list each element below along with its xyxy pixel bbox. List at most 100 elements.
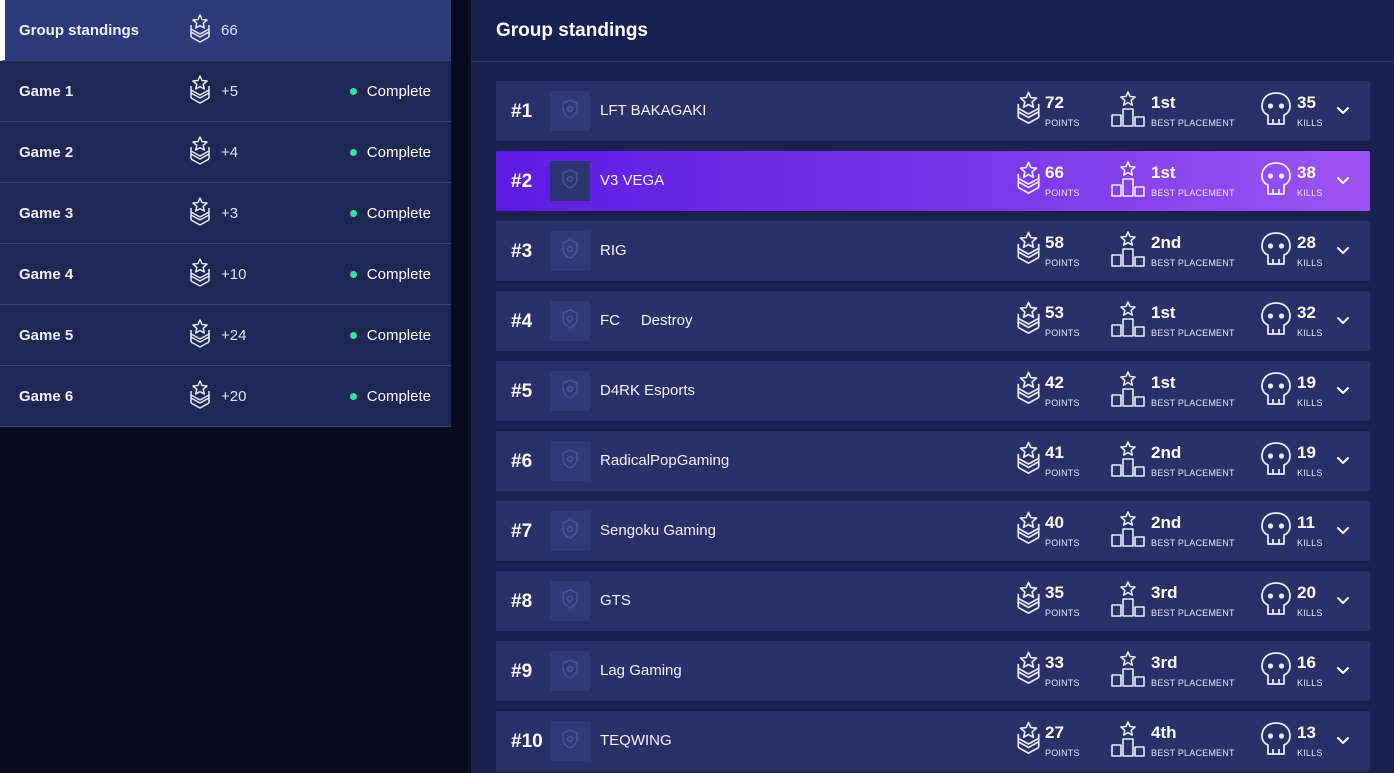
- sidebar-item-points: +20: [221, 387, 247, 405]
- chevron-down-icon[interactable]: [1336, 733, 1350, 747]
- sidebar-item-game-4[interactable]: Game 4 +10 Complete: [0, 244, 451, 305]
- standings-panel: Group standings #1 LFT BAKAGAKI 72 POINT…: [471, 0, 1394, 773]
- chevron-down-icon[interactable]: [1336, 593, 1350, 607]
- kills-value: 38: [1297, 163, 1316, 182]
- sidebar-item-game-5[interactable]: Game 5 +24 Complete: [0, 305, 451, 366]
- best-placement-stat: 3rd BEST PLACEMENT: [1110, 581, 1240, 621]
- chevron-down-icon[interactable]: [1336, 663, 1350, 677]
- kills-stat: 35 KILLS: [1260, 91, 1330, 131]
- team-name: GTS: [600, 592, 631, 609]
- kills-stat: 19 KILLS: [1260, 371, 1330, 411]
- standings-row[interactable]: #10 TEQWING 27 POINTS 4th BEST PLACEMENT…: [496, 711, 1370, 771]
- best-placement-label: BEST PLACEMENT: [1151, 188, 1235, 198]
- status-text: Complete: [366, 387, 431, 405]
- standings-row[interactable]: #6 RadicalPopGaming 41 POINTS 2nd BEST P…: [496, 431, 1370, 491]
- best-placement-label: BEST PLACEMENT: [1151, 118, 1235, 128]
- skull-icon: [1260, 91, 1292, 132]
- team-logo: [550, 441, 590, 481]
- points-label: POINTS: [1045, 188, 1080, 198]
- best-placement-stat: 1st BEST PLACEMENT: [1110, 301, 1240, 341]
- points-label: POINTS: [1045, 118, 1080, 128]
- chevron-down-icon[interactable]: [1336, 453, 1350, 467]
- sidebar-item-game-3[interactable]: Game 3 +3 Complete: [0, 183, 451, 244]
- points-stat: 35 POINTS: [1016, 581, 1096, 621]
- chevron-down-icon[interactable]: [1336, 173, 1350, 187]
- podium-icon: [1110, 721, 1146, 762]
- rank-label: #6: [511, 451, 533, 472]
- rank-label: #1: [511, 101, 533, 122]
- points-stat: 41 POINTS: [1016, 441, 1096, 481]
- standings-row[interactable]: #7 Sengoku Gaming 40 POINTS 2nd BEST PLA…: [496, 501, 1370, 561]
- skull-icon: [1260, 231, 1292, 272]
- shield-icon: [561, 518, 579, 544]
- status-badge: Complete: [349, 205, 431, 222]
- skull-icon: [1260, 301, 1292, 342]
- shield-icon: [561, 308, 579, 334]
- chevron-down-icon[interactable]: [1336, 523, 1350, 537]
- rank-chevron-star-icon: [189, 75, 211, 107]
- best-placement-value: 1st: [1151, 93, 1176, 112]
- kills-label: KILLS: [1297, 258, 1323, 268]
- sidebar-item-points: +5: [221, 82, 239, 100]
- rank-chevron-star-icon: [189, 14, 211, 46]
- kills-stat: 28 KILLS: [1260, 231, 1330, 271]
- standings-row[interactable]: #4 FC Destroy 53 POINTS 1st BEST PLACEME…: [496, 291, 1370, 351]
- sidebar-item-points: +24: [221, 326, 247, 344]
- status-badge: Complete: [349, 387, 431, 405]
- best-placement-label: BEST PLACEMENT: [1151, 468, 1235, 478]
- rank-chevron-star-icon: [1016, 301, 1041, 343]
- rank-label: #4: [511, 311, 533, 332]
- best-placement-stat: 1st BEST PLACEMENT: [1110, 371, 1240, 411]
- sidebar-item-points: +3: [221, 204, 239, 222]
- chevron-down-icon[interactable]: [1336, 313, 1350, 327]
- standings-row[interactable]: #8 GTS 35 POINTS 3rd BEST PLACEMENT 20 K…: [496, 571, 1370, 631]
- best-placement-value: 2nd: [1151, 443, 1182, 462]
- chevron-down-icon[interactable]: [1336, 243, 1350, 257]
- team-name: FC Destroy: [600, 312, 693, 329]
- points-stat: 42 POINTS: [1016, 371, 1096, 411]
- status-dot-icon: [349, 148, 357, 156]
- points-stat: 72 POINTS: [1016, 91, 1096, 131]
- sidebar-item-points: +4: [221, 143, 239, 161]
- skull-icon: [1260, 721, 1292, 762]
- standings-row[interactable]: #9 Lag Gaming 33 POINTS 3rd BEST PLACEME…: [496, 641, 1370, 701]
- rank-chevron-star-icon: [1016, 231, 1041, 273]
- best-placement-label: BEST PLACEMENT: [1151, 748, 1235, 758]
- chevron-down-icon[interactable]: [1336, 383, 1350, 397]
- best-placement-stat: 2nd BEST PLACEMENT: [1110, 511, 1240, 551]
- points-value: 27: [1045, 723, 1064, 742]
- standings-row[interactable]: #3 RIG 58 POINTS 2nd BEST PLACEMENT 28 K…: [496, 221, 1370, 281]
- team-name: D4RK Esports: [600, 382, 696, 399]
- best-placement-label: BEST PLACEMENT: [1151, 678, 1235, 688]
- sidebar-item-game-1[interactable]: Game 1 +5 Complete: [0, 61, 451, 122]
- standings-row[interactable]: #2 V3 VEGA 66 POINTS 1st BEST PLACEMENT …: [496, 151, 1370, 211]
- points-label: POINTS: [1045, 538, 1080, 548]
- podium-icon: [1110, 511, 1146, 552]
- sidebar-item-label: Game 2: [19, 143, 74, 161]
- sidebar-item-label: Game 6: [19, 387, 74, 405]
- rank-chevron-star-icon: [1016, 581, 1041, 623]
- status-dot-icon: [349, 87, 357, 95]
- points-value: 41: [1045, 443, 1064, 462]
- rank-label: #9: [511, 661, 533, 682]
- podium-icon: [1110, 651, 1146, 692]
- best-placement-value: 1st: [1151, 303, 1176, 322]
- rank-chevron-star-icon: [1016, 511, 1041, 553]
- sidebar-item-game-2[interactable]: Game 2 +4 Complete: [0, 122, 451, 183]
- sidebar-item-group-standings[interactable]: Group standings 66: [0, 0, 451, 61]
- kills-value: 13: [1297, 723, 1316, 742]
- best-placement-value: 2nd: [1151, 233, 1182, 252]
- skull-icon: [1260, 511, 1292, 552]
- rank-label: #10: [511, 731, 543, 752]
- rank-chevron-star-icon: [1016, 441, 1041, 483]
- kills-label: KILLS: [1297, 468, 1323, 478]
- standings-row[interactable]: #1 LFT BAKAGAKI 72 POINTS 1st BEST PLACE…: [496, 81, 1370, 141]
- sidebar-item-game-6[interactable]: Game 6 +20 Complete: [0, 366, 451, 427]
- shield-icon: [561, 448, 579, 474]
- standings-row[interactable]: #5 D4RK Esports 42 POINTS 1st BEST PLACE…: [496, 361, 1370, 421]
- kills-label: KILLS: [1297, 328, 1323, 338]
- shield-icon: [561, 378, 579, 404]
- status-badge: Complete: [349, 327, 431, 344]
- chevron-down-icon[interactable]: [1336, 103, 1350, 117]
- points-stat: 58 POINTS: [1016, 231, 1096, 271]
